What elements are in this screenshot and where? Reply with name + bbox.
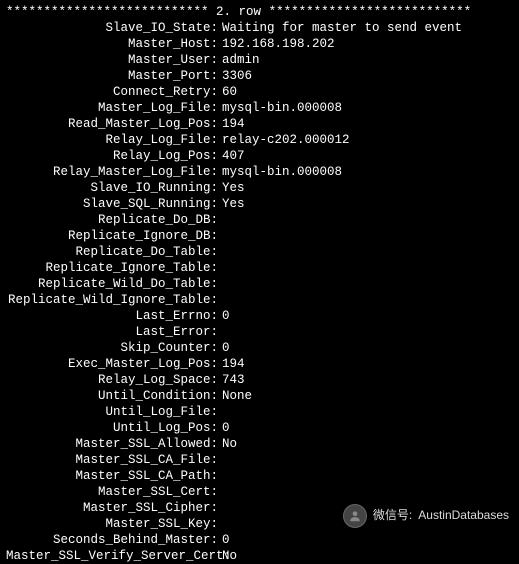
- status-value: 194: [222, 356, 245, 372]
- status-label: Master_Host:: [6, 36, 222, 52]
- status-row: Replicate_Wild_Do_Table:: [6, 276, 513, 292]
- status-label: Skip_Counter:: [6, 340, 222, 356]
- status-value: 3306: [222, 68, 252, 84]
- status-row: Seconds_Behind_Master:0: [6, 532, 513, 548]
- status-value: 0: [222, 532, 230, 548]
- status-row: Master_SSL_Verify_Server_Cert:No: [6, 548, 513, 564]
- watermark: 微信号: AustinDatabases: [343, 504, 509, 528]
- status-value: 192.168.198.202: [222, 36, 335, 52]
- status-label: Master_Log_File:: [6, 100, 222, 116]
- status-label: Master_SSL_CA_File:: [6, 452, 222, 468]
- status-label: Master_SSL_Verify_Server_Cert:: [6, 548, 222, 564]
- stars-left: ***************************: [6, 5, 216, 19]
- status-value: None: [222, 388, 252, 404]
- status-row: Relay_Master_Log_File:mysql-bin.000008: [6, 164, 513, 180]
- status-label: Master_SSL_CA_Path:: [6, 468, 222, 484]
- status-row: Master_SSL_CA_Path:: [6, 468, 513, 484]
- status-value: Waiting for master to send event: [222, 20, 462, 36]
- status-row: Master_Log_File:mysql-bin.000008: [6, 100, 513, 116]
- status-row: Relay_Log_File:relay-c202.000012: [6, 132, 513, 148]
- status-row: Slave_SQL_Running:Yes: [6, 196, 513, 212]
- row-number: 2. row: [216, 5, 261, 19]
- status-row: Until_Log_Pos:0: [6, 420, 513, 436]
- status-label: Replicate_Wild_Do_Table:: [6, 276, 222, 292]
- status-label: Slave_IO_Running:: [6, 180, 222, 196]
- watermark-account: AustinDatabases: [418, 508, 509, 523]
- status-row: Last_Error:: [6, 324, 513, 340]
- status-label: Relay_Master_Log_File:: [6, 164, 222, 180]
- status-row: Relay_Log_Space:743: [6, 372, 513, 388]
- status-value: 743: [222, 372, 245, 388]
- status-label: Seconds_Behind_Master:: [6, 532, 222, 548]
- status-label: Master_User:: [6, 52, 222, 68]
- status-label: Read_Master_Log_Pos:: [6, 116, 222, 132]
- status-label: Master_SSL_Key:: [6, 516, 222, 532]
- status-row: Slave_IO_Running:Yes: [6, 180, 513, 196]
- status-label: Replicate_Do_Table:: [6, 244, 222, 260]
- status-label: Replicate_Ignore_DB:: [6, 228, 222, 244]
- status-label: Exec_Master_Log_Pos:: [6, 356, 222, 372]
- status-row: Skip_Counter:0: [6, 340, 513, 356]
- status-row: Replicate_Wild_Ignore_Table:: [6, 292, 513, 308]
- wechat-avatar-icon: [343, 504, 367, 528]
- status-row: Replicate_Do_DB:: [6, 212, 513, 228]
- status-row: Master_SSL_CA_File:: [6, 452, 513, 468]
- status-label: Replicate_Do_DB:: [6, 212, 222, 228]
- status-label: Until_Log_File:: [6, 404, 222, 420]
- status-value: 60: [222, 84, 237, 100]
- status-label: Replicate_Wild_Ignore_Table:: [6, 292, 222, 308]
- status-label: Relay_Log_Pos:: [6, 148, 222, 164]
- status-label: Master_Port:: [6, 68, 222, 84]
- status-value: 0: [222, 420, 230, 436]
- status-rows: Slave_IO_State:Waiting for master to sen…: [6, 20, 513, 564]
- status-row: Master_Host:192.168.198.202: [6, 36, 513, 52]
- status-row: Master_User:admin: [6, 52, 513, 68]
- status-row: Until_Log_File:: [6, 404, 513, 420]
- status-value: mysql-bin.000008: [222, 164, 342, 180]
- status-label: Relay_Log_Space:: [6, 372, 222, 388]
- status-label: Replicate_Ignore_Table:: [6, 260, 222, 276]
- status-row: Read_Master_Log_Pos:194: [6, 116, 513, 132]
- status-label: Master_SSL_Cipher:: [6, 500, 222, 516]
- status-value: No: [222, 548, 237, 564]
- status-row: Last_Errno:0: [6, 308, 513, 324]
- status-row: Master_SSL_Allowed:No: [6, 436, 513, 452]
- status-label: Connect_Retry:: [6, 84, 222, 100]
- status-label: Last_Errno:: [6, 308, 222, 324]
- status-value: No: [222, 436, 237, 452]
- status-value: admin: [222, 52, 260, 68]
- status-row: Slave_IO_State:Waiting for master to sen…: [6, 20, 513, 36]
- status-row: Connect_Retry:60: [6, 84, 513, 100]
- status-row: Until_Condition:None: [6, 388, 513, 404]
- status-row: Replicate_Ignore_DB:: [6, 228, 513, 244]
- status-row: Master_SSL_Cert:: [6, 484, 513, 500]
- status-value: 0: [222, 308, 230, 324]
- status-label: Slave_SQL_Running:: [6, 196, 222, 212]
- status-label: Until_Condition:: [6, 388, 222, 404]
- row-separator: *************************** 2. row *****…: [6, 4, 513, 20]
- status-label: Until_Log_Pos:: [6, 420, 222, 436]
- status-value: Yes: [222, 196, 245, 212]
- status-row: Relay_Log_Pos:407: [6, 148, 513, 164]
- status-value: relay-c202.000012: [222, 132, 350, 148]
- status-label: Master_SSL_Allowed:: [6, 436, 222, 452]
- stars-right: ***************************: [261, 5, 471, 19]
- status-label: Master_SSL_Cert:: [6, 484, 222, 500]
- watermark-prefix: 微信号:: [373, 508, 412, 523]
- status-row: Exec_Master_Log_Pos:194: [6, 356, 513, 372]
- status-value: 0: [222, 340, 230, 356]
- status-row: Master_Port:3306: [6, 68, 513, 84]
- status-row: Replicate_Do_Table:: [6, 244, 513, 260]
- status-value: Yes: [222, 180, 245, 196]
- status-value: mysql-bin.000008: [222, 100, 342, 116]
- status-row: Replicate_Ignore_Table:: [6, 260, 513, 276]
- status-value: 194: [222, 116, 245, 132]
- status-label: Slave_IO_State:: [6, 20, 222, 36]
- status-value: 407: [222, 148, 245, 164]
- status-label: Last_Error:: [6, 324, 222, 340]
- status-label: Relay_Log_File:: [6, 132, 222, 148]
